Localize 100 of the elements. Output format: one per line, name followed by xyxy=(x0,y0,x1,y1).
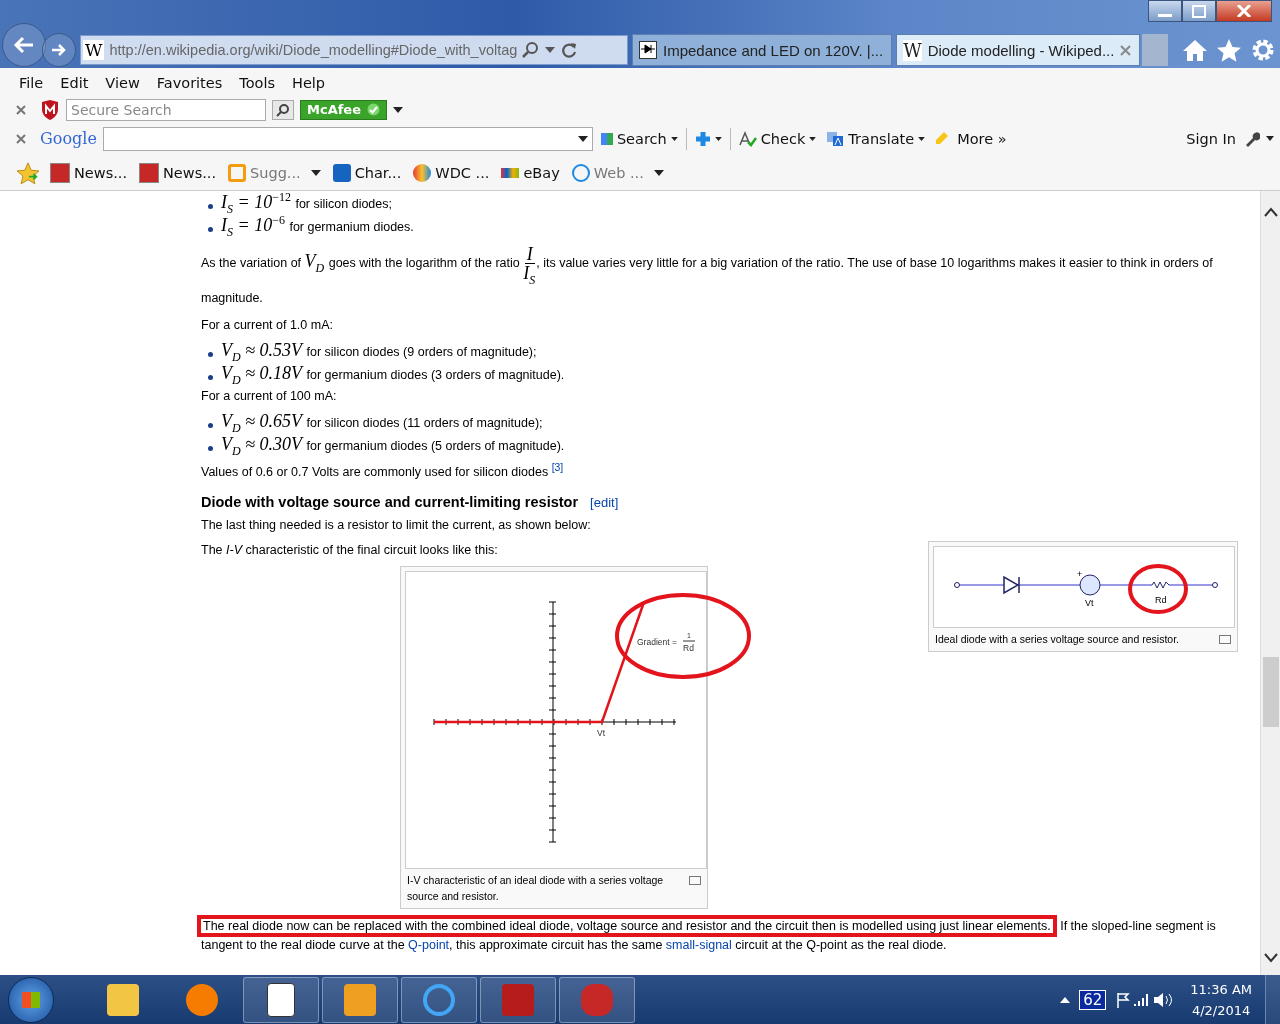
scrollbar[interactable] xyxy=(1260,191,1280,975)
taskbar-app-button[interactable] xyxy=(243,976,319,1023)
wrench-icon[interactable] xyxy=(1244,130,1260,147)
secure-search-field[interactable]: Secure Search xyxy=(66,98,266,121)
flag-icon[interactable] xyxy=(1115,991,1132,1008)
spell-check-icon xyxy=(738,130,757,147)
favorite-link[interactable]: Char... xyxy=(330,163,404,182)
signal-icon[interactable] xyxy=(1134,992,1151,1007)
paragraph: The I-V characteristic of the final circuit looks like this: xyxy=(201,542,499,560)
menu-item[interactable]: Help xyxy=(292,74,326,91)
caret-icon[interactable] xyxy=(918,136,926,141)
browser-tab[interactable]: Impedance and LED on 120V. |... xyxy=(632,34,893,66)
enlarge-icon[interactable] xyxy=(689,876,701,886)
favorite-link[interactable]: News... xyxy=(48,162,129,183)
star-icon[interactable] xyxy=(1216,38,1243,62)
list-item: I$_{S}$ = 10$^{−12}$ for silicon diodes; xyxy=(207,193,392,216)
spell-check-button[interactable]: Check xyxy=(736,130,819,147)
caret-up-icon[interactable] xyxy=(1060,996,1071,1003)
highlight-ellipse xyxy=(1128,564,1188,615)
caret-icon[interactable] xyxy=(393,106,403,113)
minimize-button[interactable] xyxy=(1148,0,1182,22)
favorites-star-icon[interactable] xyxy=(16,161,40,184)
tray-badge[interactable]: 62 xyxy=(1079,989,1107,1010)
translate-icon xyxy=(826,130,845,147)
list-item: V$_{D}$ ≈ 0.30V for germanium diodes (5 orders of magnitude). xyxy=(207,435,565,458)
favorite-link[interactable]: Web ... xyxy=(569,163,666,182)
more-button[interactable]: More » xyxy=(955,130,1009,147)
search-button[interactable] xyxy=(272,99,294,120)
clock-date[interactable]: 4/2/2014 xyxy=(1191,999,1251,1021)
close-tab-icon[interactable] xyxy=(1120,44,1132,56)
google-search-field[interactable] xyxy=(102,126,593,151)
caret-icon[interactable] xyxy=(577,135,588,142)
scrollbar-thumb[interactable] xyxy=(1262,657,1279,727)
caret-icon[interactable] xyxy=(670,136,678,141)
forward-button[interactable] xyxy=(42,33,76,67)
show-desktop-button[interactable] xyxy=(1265,975,1280,1024)
clock-time[interactable]: 11:36 AM xyxy=(1190,978,1252,1000)
forward-arrow-icon xyxy=(51,43,67,57)
figure-caption: Ideal diode with a series voltage source and resistor. xyxy=(935,632,1180,648)
list-item: V$_{D}$ ≈ 0.53V for silicon diodes (9 orders of magnitude); xyxy=(207,341,537,364)
caret-icon[interactable] xyxy=(1266,136,1274,141)
back-button[interactable] xyxy=(2,23,46,67)
restore-button[interactable] xyxy=(1182,0,1216,22)
menu-item[interactable]: Edit xyxy=(60,74,89,91)
favorite-link[interactable]: eBay xyxy=(499,164,562,181)
scroll-up-icon[interactable] xyxy=(1263,207,1278,217)
address-bar[interactable]: W http://en.wikipedia.org/wiki/Diode_modelling#Diode_with_voltag xyxy=(80,35,628,65)
caret-icon[interactable] xyxy=(714,136,722,141)
google-logo: Google xyxy=(40,129,97,148)
menu-item[interactable]: Tools xyxy=(239,74,275,91)
caret-icon[interactable] xyxy=(653,169,664,176)
fraction-denominator: Rd xyxy=(683,643,694,654)
url-text: http://en.wikipedia.org/wiki/Diode_modelling#Diode_with_voltag xyxy=(109,42,518,58)
paragraph: As the variation of V$_{D}$ goes with the logarithm of the ratio I I$_{S}$ , its value varies very little for a big variation of the ratio. The use of base 10 logarithms makes it easier to think in orders of magnitude. xyxy=(201,245,1214,307)
section-heading: Diode with voltage source and current-limiting resistor xyxy=(201,494,579,511)
paragraph: For a current of 1.0 mA: xyxy=(201,317,334,334)
scroll-down-icon[interactable] xyxy=(1263,953,1278,963)
menu-item[interactable]: File xyxy=(19,74,44,91)
list-item: I$_{S}$ = 10$^{−6}$ for germanium diodes. xyxy=(207,216,414,239)
enlarge-icon[interactable] xyxy=(1219,635,1231,645)
list-item: V$_{D}$ ≈ 0.65V for silicon diodes (11 orders of magnitude); xyxy=(207,412,543,435)
small-signal-link[interactable]: small-signal xyxy=(665,938,732,953)
refresh-icon[interactable] xyxy=(560,41,579,59)
plus-label: + xyxy=(1077,569,1083,580)
favorite-link[interactable]: News... xyxy=(137,162,219,183)
gradient-label: Gradient = xyxy=(637,637,677,648)
edit-link[interactable]: [edit] xyxy=(590,495,619,511)
voltage-label: Vt xyxy=(1085,598,1094,609)
citation-link[interactable]: [3] xyxy=(551,462,564,473)
close-toolbar-icon[interactable] xyxy=(16,133,26,144)
search-icon xyxy=(276,102,290,117)
start-button[interactable] xyxy=(8,976,54,1023)
home-icon[interactable] xyxy=(1182,38,1209,62)
close-toolbar-icon[interactable] xyxy=(16,104,26,115)
paragraph: For a current of 100 mA: xyxy=(201,388,338,405)
close-button[interactable] xyxy=(1216,0,1272,22)
back-arrow-icon xyxy=(13,36,35,54)
sign-in-button[interactable]: Sign In xyxy=(1184,130,1238,147)
search-icon[interactable] xyxy=(522,41,541,59)
resistor-label: Rd xyxy=(1155,595,1167,606)
paragraph: Values of 0.6 or 0.7 Volts are commonly used for silicon diodes $^{[3]}$ xyxy=(201,461,565,482)
close-icon xyxy=(1237,5,1251,17)
axis-label: Vt xyxy=(597,728,606,739)
shield-icon xyxy=(40,98,60,121)
favorite-link[interactable]: WDC ... xyxy=(411,163,492,182)
search-button[interactable]: Search xyxy=(598,130,680,147)
caret-icon[interactable] xyxy=(310,169,321,176)
menu-item[interactable]: Favorites xyxy=(156,74,223,91)
browser-tab[interactable]: W Diode modelling - Wikiped... xyxy=(896,34,1141,66)
site-logo: W xyxy=(83,40,105,60)
diode-icon xyxy=(639,41,657,59)
figure-caption: I-V characteristic of an ideal diode with a series voltage source and resistor. xyxy=(407,873,665,905)
speaker-icon[interactable] xyxy=(1153,991,1174,1008)
translate-button[interactable]: Translate xyxy=(824,130,928,147)
menu-item[interactable]: View xyxy=(105,74,140,91)
list-item: V$_{D}$ ≈ 0.18V for germanium diodes (3 orders of magnitude). xyxy=(207,364,565,387)
caret-icon[interactable] xyxy=(809,136,817,141)
check-icon xyxy=(367,103,380,116)
plus-icon xyxy=(694,130,711,147)
favorite-link[interactable]: Sugg... xyxy=(226,163,323,182)
